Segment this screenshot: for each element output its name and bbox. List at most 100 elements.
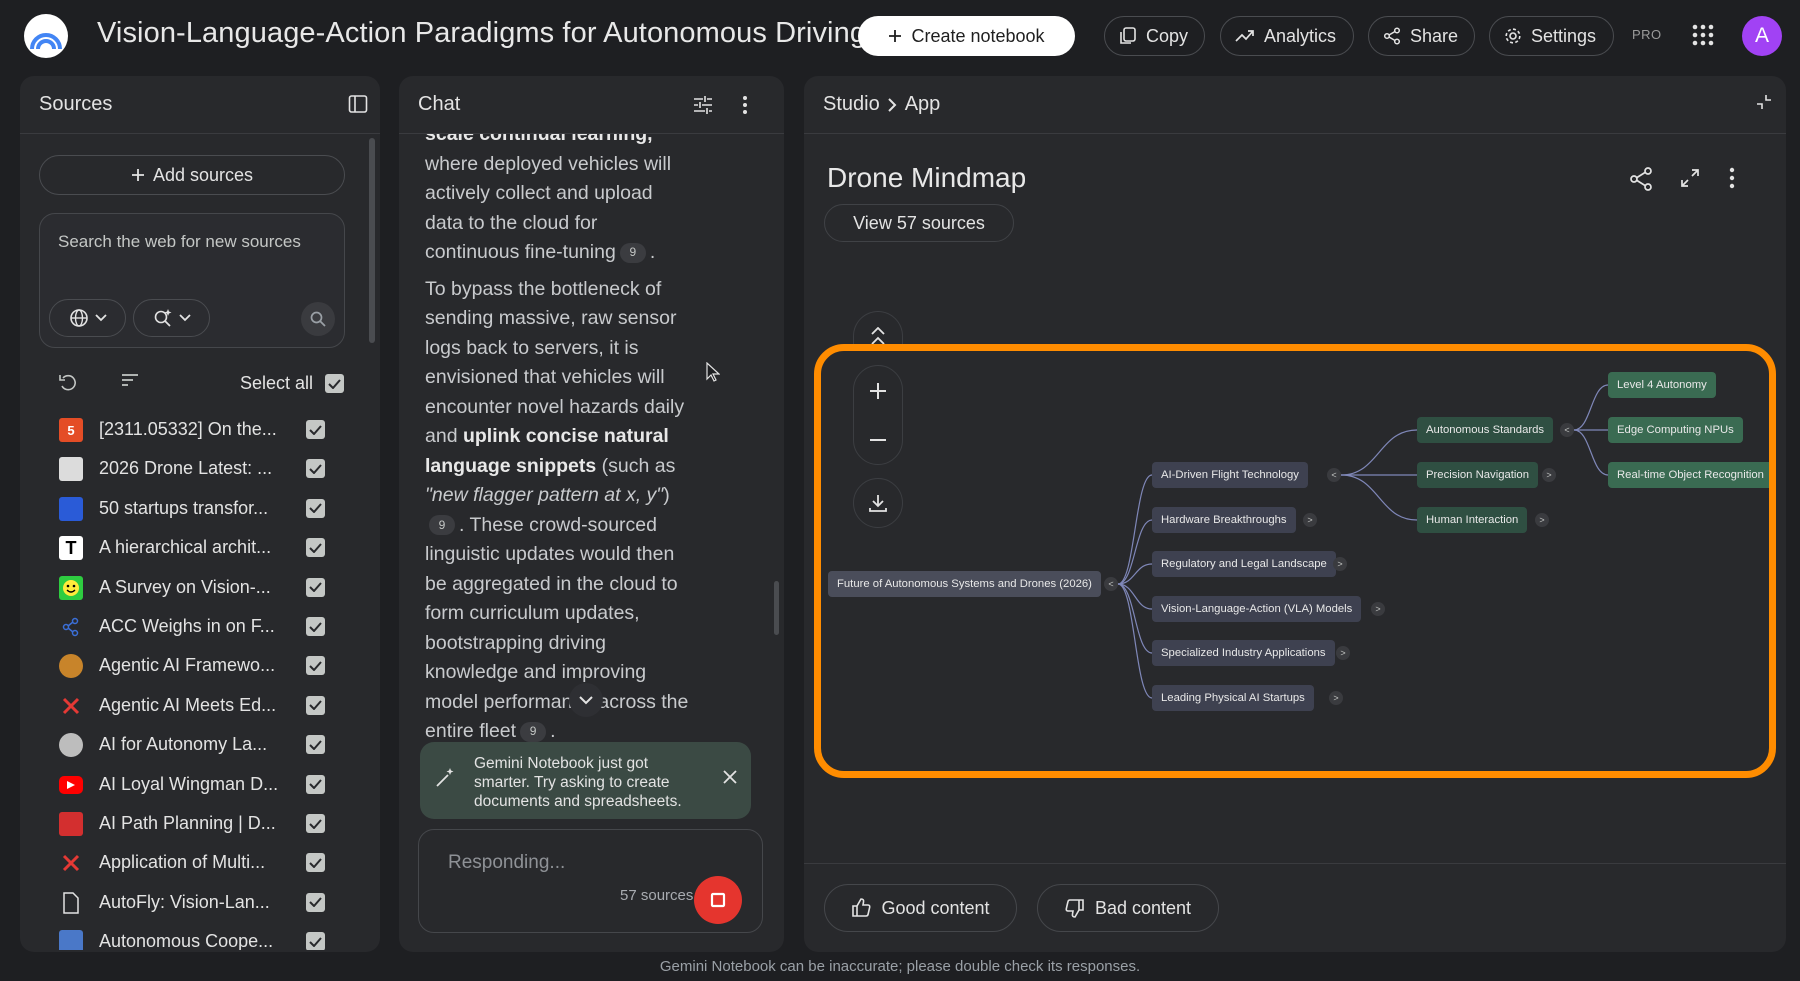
source-list-item[interactable]: AI Loyal Wingman D...	[20, 765, 365, 804]
source-label: AutoFly: Vision-Lan...	[99, 891, 270, 912]
source-list-item[interactable]: AI for Autonomy La...	[20, 725, 365, 764]
refresh-icon[interactable]	[58, 373, 78, 391]
select-all-checkbox[interactable]	[325, 374, 344, 393]
tune-icon[interactable]	[693, 95, 713, 115]
chat-input[interactable]	[448, 852, 668, 874]
user-avatar[interactable]: A	[1742, 16, 1782, 56]
disclaimer: Gemini Notebook can be inaccurate; pleas…	[659, 958, 1141, 975]
research-mode-dropdown[interactable]	[133, 299, 210, 337]
mindmap-branch-node[interactable]: Leading Physical AI Startups	[1152, 685, 1314, 711]
source-checkbox[interactable]	[306, 932, 325, 950]
citation-chip[interactable]: 9	[619, 242, 646, 263]
source-checkbox[interactable]	[306, 892, 325, 912]
mindmap-subtopic-node[interactable]: Precision Navigation	[1417, 462, 1538, 488]
mindmap-branch-node[interactable]: AI-Driven Flight Technology	[1152, 462, 1308, 488]
bad-content-button[interactable]: Bad content	[1037, 884, 1219, 932]
source-checkbox[interactable]	[306, 774, 325, 794]
add-sources-button[interactable]: Add sources	[39, 155, 345, 195]
scroll-to-bottom-button[interactable]	[569, 683, 603, 717]
source-list-item[interactable]: AutoFly: Vision-Lan...	[20, 883, 365, 922]
apps-grid-icon[interactable]	[1692, 24, 1714, 46]
source-checkbox[interactable]	[306, 498, 325, 518]
chat-scrollbar[interactable]	[774, 581, 779, 635]
citation-chip[interactable]: 9	[520, 721, 547, 742]
mindmap-branch-node[interactable]: Vision-Language-Action (VLA) Models	[1152, 596, 1362, 622]
expand-toggle[interactable]: >	[1542, 468, 1556, 482]
source-list-item[interactable]: AI Path Planning | D...	[20, 804, 365, 843]
source-list-item[interactable]: 50 startups transfor...	[20, 489, 365, 528]
expand-toggle[interactable]: >	[1333, 557, 1347, 571]
expand-toggle[interactable]: >	[1535, 513, 1549, 527]
mindmap-branch-node[interactable]: Regulatory and Legal Landscape	[1152, 551, 1336, 577]
search-submit-button[interactable]	[301, 302, 335, 336]
copy-button[interactable]: Copy	[1104, 16, 1205, 56]
source-list-item[interactable]: Autonomous Coope...	[20, 922, 365, 950]
source-checkbox[interactable]	[306, 459, 325, 479]
source-checkbox[interactable]	[306, 735, 325, 755]
sparkle-search-icon	[153, 308, 173, 328]
source-list-item[interactable]: Agentic AI Framewo...	[20, 646, 365, 685]
close-icon[interactable]	[723, 770, 737, 784]
zoom-out-button[interactable]	[854, 415, 902, 464]
create-notebook-button[interactable]: Create notebook	[858, 16, 1075, 56]
web-search-input[interactable]	[58, 232, 328, 252]
collapse-panel-icon[interactable]	[348, 94, 368, 114]
analytics-button[interactable]: Analytics	[1220, 16, 1354, 56]
source-list-item[interactable]: Application of Multi...	[20, 843, 365, 882]
notebook-logo[interactable]	[24, 14, 68, 58]
share-icon[interactable]	[1629, 167, 1653, 191]
expand-toggle[interactable]: >	[1303, 513, 1317, 527]
expand-toggle[interactable]: >	[1329, 691, 1343, 705]
breadcrumb-studio[interactable]: Studio	[823, 93, 880, 116]
web-source-dropdown[interactable]	[49, 299, 126, 337]
source-checkbox[interactable]	[306, 538, 325, 558]
mindmap-root-node[interactable]: Future of Autonomous Systems and Drones …	[828, 571, 1101, 597]
mindmap-subtopic-node[interactable]: Human Interaction	[1417, 507, 1528, 533]
source-list-item[interactable]: 5 [2311.05332] On the...	[20, 410, 365, 449]
source-checkbox[interactable]	[306, 853, 325, 873]
mindmap-leaf-node[interactable]: Real-time Object Recognition	[1608, 462, 1773, 488]
collapse-toggle[interactable]: <	[1560, 423, 1574, 437]
expand-toggle[interactable]: >	[1336, 646, 1350, 660]
download-button[interactable]	[853, 478, 903, 528]
fullscreen-icon[interactable]	[1680, 168, 1700, 188]
collapse-icon[interactable]	[1756, 94, 1772, 110]
good-content-button[interactable]: Good content	[824, 884, 1017, 932]
collapse-toggle[interactable]: <	[1327, 468, 1341, 482]
source-checkbox[interactable]	[306, 617, 325, 636]
source-checkbox[interactable]	[306, 695, 325, 715]
mindmap-branch-node[interactable]: Hardware Breakthroughs	[1152, 507, 1296, 533]
expand-toggle[interactable]: >	[1371, 602, 1385, 616]
source-list-item[interactable]: T A hierarchical archit...	[20, 528, 365, 567]
source-list-item[interactable]: Agentic AI Meets Ed...	[20, 686, 365, 725]
mindmap-leaf-node[interactable]: Edge Computing NPUs	[1608, 417, 1743, 443]
mindmap-branch-node[interactable]: Specialized Industry Applications	[1152, 640, 1335, 666]
mindmap-leaf-node[interactable]: Level 4 Autonomy	[1608, 372, 1716, 398]
notebook-title[interactable]: Vision-Language-Action Paradigms for Aut…	[97, 17, 866, 50]
zoom-in-button[interactable]	[854, 366, 902, 415]
source-checkbox[interactable]	[306, 656, 325, 676]
mindmap-link	[1117, 519, 1153, 585]
sources-scrollbar[interactable]	[369, 138, 375, 343]
source-list-item[interactable]: 2026 Drone Latest: ...	[20, 449, 365, 488]
collapse-toggle[interactable]: <	[1104, 577, 1118, 591]
share-button[interactable]: Share	[1368, 16, 1475, 56]
sort-icon[interactable]	[121, 373, 139, 387]
plus-icon	[131, 168, 145, 182]
source-checkbox[interactable]	[306, 577, 325, 597]
source-list-item[interactable]: ACC Weighs in on F...	[20, 607, 365, 646]
source-checkbox[interactable]	[306, 814, 325, 833]
source-list-item[interactable]: A Survey on Vision-...	[20, 568, 365, 607]
more-vert-icon[interactable]	[742, 95, 748, 115]
create-notebook-label: Create notebook	[911, 25, 1045, 46]
checkmark-icon	[309, 503, 322, 514]
settings-button[interactable]: Settings	[1489, 16, 1614, 56]
more-vert-icon[interactable]	[1729, 167, 1735, 189]
collapse-all-button[interactable]	[853, 311, 903, 351]
citation-chip[interactable]: 9	[429, 515, 455, 536]
stop-generation-button[interactable]	[694, 876, 742, 924]
chat-message: scale continual learning, where deployed…	[425, 134, 695, 816]
source-checkbox[interactable]	[306, 420, 325, 439]
view-sources-button[interactable]: View 57 sources	[824, 204, 1014, 242]
mindmap-subtopic-node[interactable]: Autonomous Standards	[1417, 417, 1554, 443]
